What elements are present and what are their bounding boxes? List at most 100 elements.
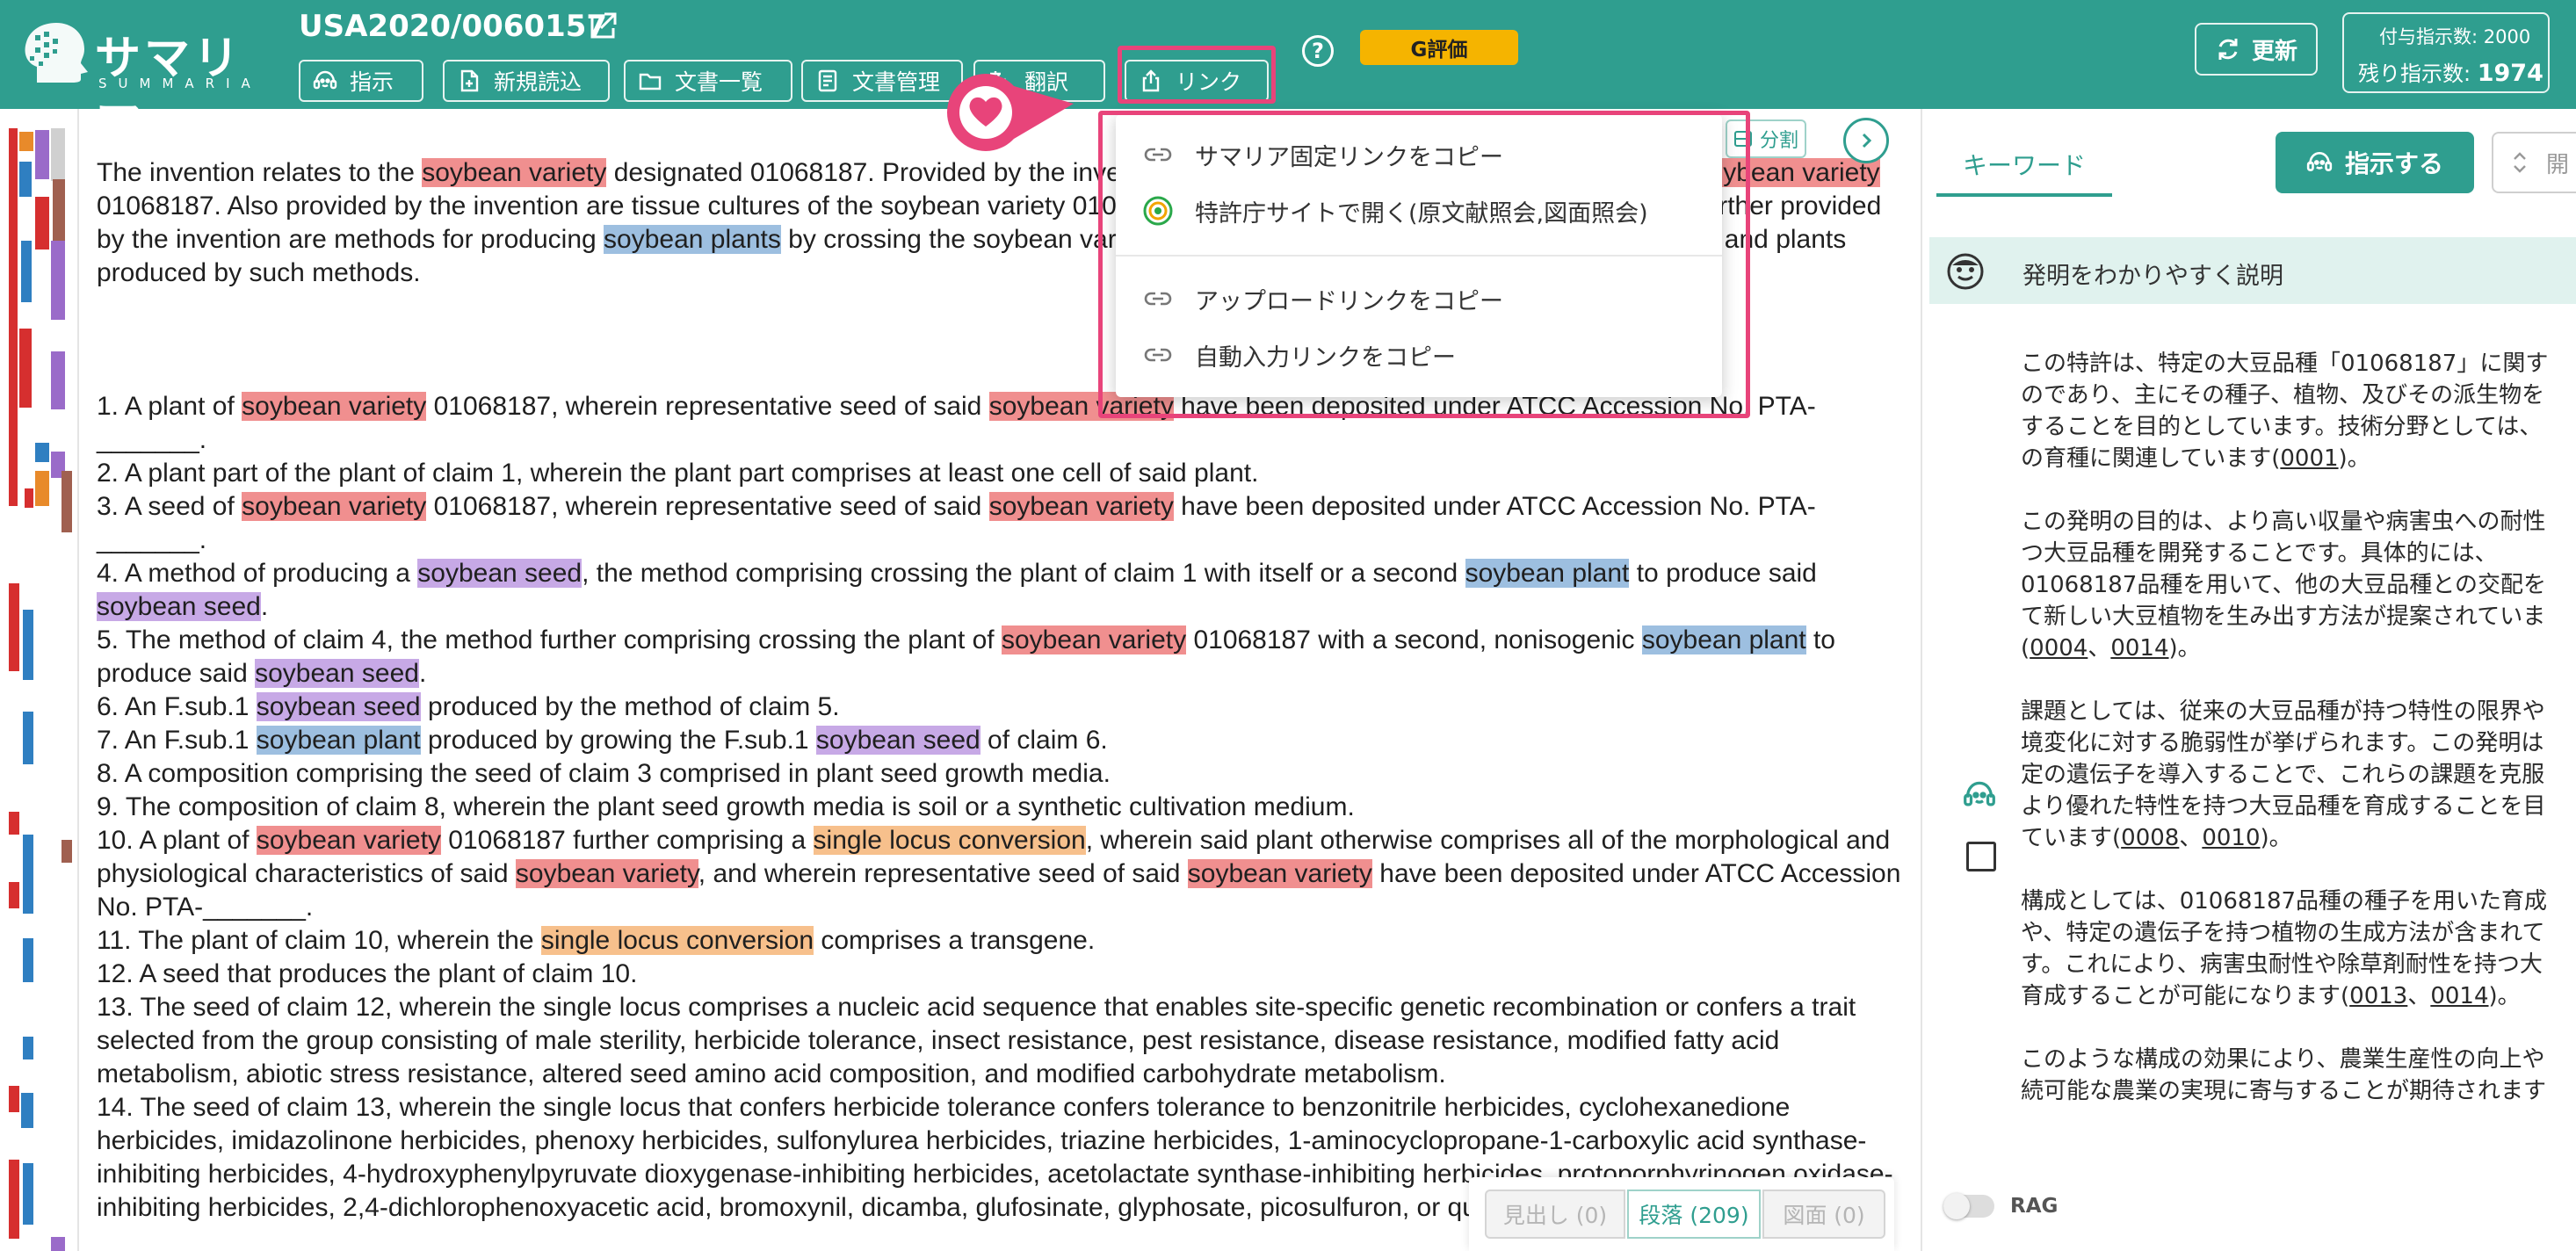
keyword-highlight: single locus conversion — [540, 926, 814, 955]
summary-text-run: つ大豆品種を開発することです。具体的には、 — [2021, 540, 2498, 567]
text-run: 01068187, wherein representative seed of… — [426, 392, 989, 421]
paragraph-ref-link[interactable]: 0004 — [2030, 635, 2088, 662]
claims-list: 1. A plant of soybean variety 01068187, … — [97, 390, 1907, 1225]
rag-toggle[interactable] — [1943, 1193, 1994, 1219]
claim-item: 8. A composition comprising the seed of … — [97, 757, 1907, 791]
new-import-label: 新規読込 — [494, 69, 582, 95]
app-header: サマリア SUMMARIA USA2020/0060157 指示 新規読込 文書… — [0, 0, 2576, 151]
paragraph-ref-link[interactable]: 0014 — [2110, 635, 2168, 662]
collapse-panel-button[interactable] — [1843, 118, 1889, 163]
paragraph-ref-link[interactable]: 0014 — [2430, 983, 2488, 1009]
summary-paragraph: 構成としては、01068187品種の種子を用いた育成 や、特定の遺伝子を持つ植物の… — [2021, 886, 2576, 1012]
summaria-logo[interactable]: サマリア SUMMARIA — [19, 16, 274, 151]
claim-item: 3. A seed of soybean variety 01068187, w… — [97, 490, 1907, 557]
text-run: comprises a transgene. — [814, 926, 1096, 955]
open-label: 開 — [2546, 151, 2570, 178]
external-link-icon[interactable] — [587, 11, 619, 42]
text-run: 01068187 further comprising a — [440, 826, 814, 855]
keyword-highlight: soybean seed — [417, 559, 582, 588]
keyword-highlight: soybean variety — [242, 492, 427, 521]
summary-text-run: 01068187品種を用いて、他の大豆品種との交配を — [2021, 572, 2546, 598]
update-label: 更新 — [2251, 38, 2297, 65]
paragraph-ref-link[interactable]: 0013 — [2349, 983, 2407, 1009]
file-plus-icon — [460, 69, 479, 92]
summary-text-run: )。 — [2488, 983, 2521, 1009]
keyword-highlight: soybean variety — [1001, 626, 1187, 654]
text-run: 10. A plant of — [97, 826, 257, 855]
text-run: 6. An F.sub.1 — [97, 692, 257, 721]
instruct-toolbar-button[interactable]: 指示 — [299, 60, 423, 102]
explain-label: 発明をわかりやすく説明 — [2022, 263, 2283, 290]
document-manage-button[interactable]: 文書管理 — [801, 60, 963, 102]
logo-text-en: SUMMARIA — [98, 76, 262, 91]
robot-icon — [313, 70, 337, 90]
help-icon[interactable]: ? — [1302, 35, 1334, 67]
grade-badge: G評価 — [1360, 30, 1518, 65]
keyword-density-strip[interactable] — [0, 109, 79, 1251]
new-import-button[interactable]: 新規読込 — [443, 60, 610, 102]
robot-icon — [2306, 151, 2333, 171]
claim-item: 6. An F.sub.1 soybean seed produced by t… — [97, 691, 1907, 724]
paragraph-ref-link[interactable]: 0010 — [2202, 825, 2260, 851]
document-list-button[interactable]: 文書一覧 — [624, 60, 792, 102]
rag-toggle-row[interactable]: RAG — [1943, 1193, 2058, 1219]
summary-paragraph: この特許は、特定の大豆品種「01068187」に関す のであり、主にその種子、植物… — [2021, 348, 2576, 474]
summary-text-run: や、特定の遺伝子を持つ植物の生成方法が含まれて — [2021, 920, 2545, 946]
keyword-highlight: soybean variety — [256, 826, 441, 855]
document-manage-label: 文書管理 — [852, 69, 941, 95]
split-label: 分割 — [1759, 130, 1798, 152]
given-instructions: 付与指示数: 2000 — [2379, 26, 2531, 47]
tab-paragraphs[interactable]: 段落 (209) — [1627, 1190, 1761, 1239]
dropdown-highlight — [1098, 111, 1750, 418]
summary-text-run: す。これにより、病害虫耐性や除草剤耐性を持つ大 — [2021, 951, 2543, 978]
tab-headings[interactable]: 見出し (0) — [1485, 1190, 1625, 1239]
document-icon — [818, 69, 837, 92]
instruct-toolbar-label: 指示 — [350, 69, 394, 95]
keyword-highlight: soybean variety — [515, 859, 698, 888]
instruct-label: 指示する — [2344, 149, 2443, 178]
tab-keyword[interactable]: キーワード — [1936, 135, 2112, 197]
robot-icon[interactable] — [1963, 778, 1996, 812]
text-run: of claim 6. — [980, 726, 1108, 755]
keyword-highlight: soybean plants — [604, 225, 781, 254]
text-run: , the method comprising crossing the pla… — [582, 559, 1465, 588]
text-run: 7. An F.sub.1 — [97, 726, 257, 755]
text-run: . — [418, 659, 427, 688]
remaining-instructions: 残り指示数: 1974 — [2358, 60, 2543, 87]
claim-item: 12. A seed that produces the plant of cl… — [97, 958, 1907, 991]
text-run: . — [260, 592, 269, 621]
claim-item: 4. A method of producing a soybean seed,… — [97, 557, 1907, 624]
text-run: 13. The seed of claim 12, wherein the si… — [97, 993, 1856, 1088]
keyword-highlight: soybean plant — [256, 726, 421, 755]
select-checkbox[interactable] — [1966, 842, 1996, 871]
summary-text-run: て新しい大豆植物を生み出す方法が提案されていま — [2021, 604, 2546, 630]
text-run: 1. A plant of — [97, 392, 242, 421]
text-run: 01068187 with a second, nonisogenic — [1186, 626, 1642, 654]
sort-arrows-icon — [2514, 152, 2526, 173]
update-button[interactable]: 更新 — [2195, 23, 2318, 76]
paragraph-ref-link[interactable]: 0008 — [2121, 825, 2179, 851]
folder-icon — [639, 73, 662, 90]
text-run: 12. A seed that produces the plant of cl… — [97, 959, 638, 988]
claim-item: 11. The plant of claim 10, wherein the s… — [97, 924, 1907, 958]
text-run: to produce said — [1629, 559, 1817, 588]
open-select[interactable]: 開 — [2492, 132, 2576, 193]
tab-figures[interactable]: 図面 (0) — [1762, 1190, 1885, 1239]
refresh-icon — [2218, 39, 2238, 60]
explain-header[interactable]: 発明をわかりやすく説明 — [1929, 237, 2576, 304]
summary-paragraph: この発明の目的は、より高い収量や病害虫への耐性 つ大豆品種を開発することです。具体… — [2021, 506, 2576, 664]
keyword-highlight: soybean variety — [988, 492, 1174, 521]
summary-text-run: )。 — [2260, 825, 2292, 851]
paragraph-ref-link[interactable]: 0001 — [2280, 445, 2338, 472]
remaining-count: 1974 — [2477, 60, 2543, 87]
keyword-highlight: soybean plant — [1641, 626, 1806, 654]
summary-text-run: 課題としては、従来の大豆品種が持つ特性の限界や — [2021, 698, 2545, 725]
keyword-highlight: soybean seed — [815, 726, 980, 755]
text-run: 4. A method of producing a — [97, 559, 418, 588]
filter-tabs: 見出し (0) 段落 (209) 図面 (0) — [1469, 1177, 1894, 1251]
summary-text-run: 育成することが可能になります( — [2021, 983, 2350, 1009]
instruct-button[interactable]: 指示する — [2276, 132, 2474, 193]
summary-text-run: 続可能な農業の実現に寄与することが期待されます — [2021, 1078, 2547, 1104]
face-icon — [1947, 253, 1984, 290]
keyword-highlight: soybean variety — [242, 392, 427, 421]
